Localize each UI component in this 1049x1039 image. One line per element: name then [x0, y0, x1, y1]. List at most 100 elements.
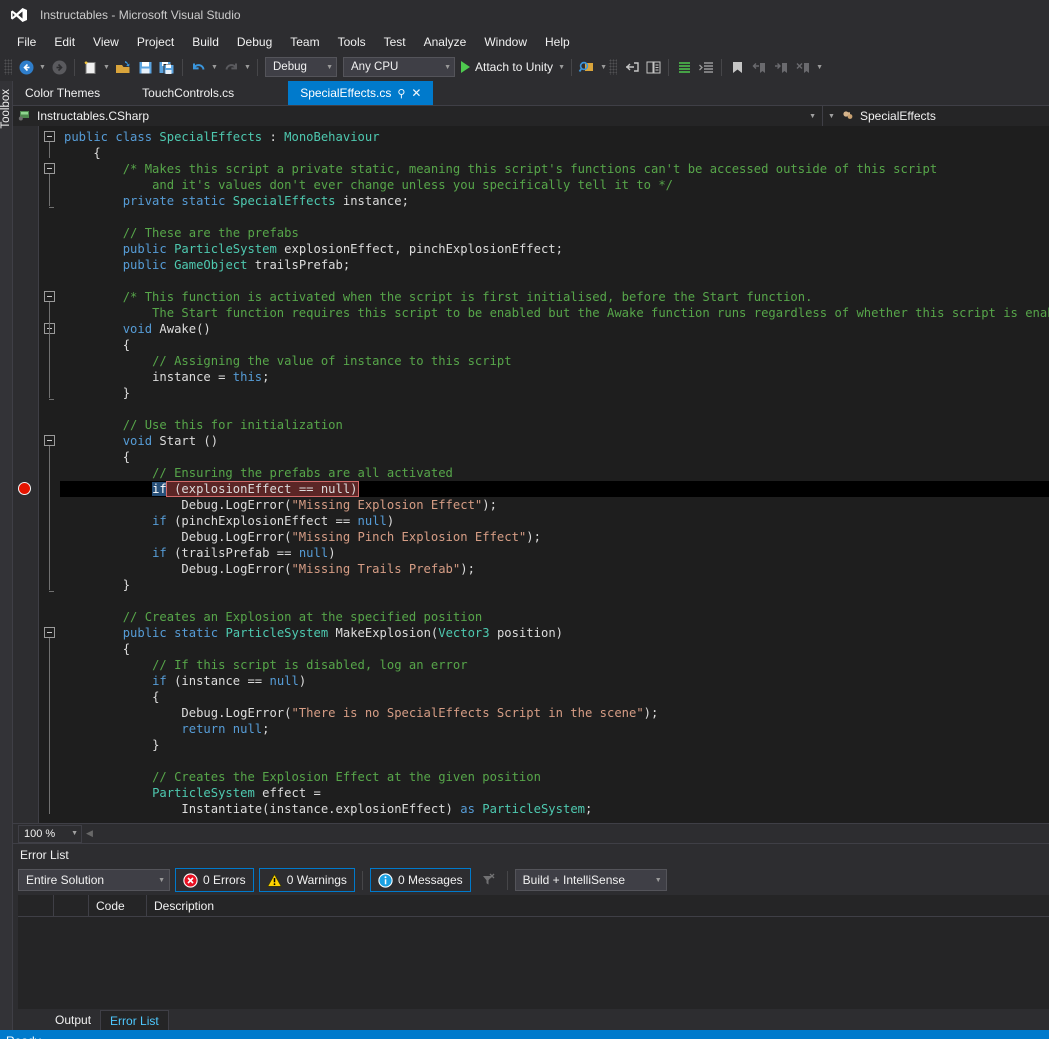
panel-grip[interactable] [76, 854, 1049, 855]
code-line[interactable]: private static SpecialEffects instance; [60, 193, 1049, 209]
previous-bookmark-icon[interactable] [748, 56, 770, 78]
fold-minus-icon[interactable] [44, 131, 55, 142]
warnings-toggle-button[interactable]: 0 Warnings [258, 868, 355, 892]
code-line[interactable] [60, 209, 1049, 225]
column-header-code[interactable]: Code [89, 894, 147, 917]
next-bookmark-icon[interactable] [770, 56, 792, 78]
close-icon[interactable]: ✕ [411, 86, 421, 100]
code-line[interactable]: public GameObject trailsPrefab; [60, 257, 1049, 273]
toolbox-tab[interactable]: Toolbox [0, 81, 13, 1030]
code-line[interactable]: The Start function requires this script … [60, 305, 1049, 321]
open-file-icon[interactable] [112, 56, 134, 78]
menu-view[interactable]: View [84, 32, 128, 52]
navigate-back-dropdown[interactable]: ▼ [37, 56, 48, 78]
tab-touchcontrols-cs[interactable]: TouchControls.cs [112, 81, 247, 105]
undo-icon[interactable] [187, 56, 209, 78]
column-header-blank-2[interactable] [54, 894, 89, 917]
code-line[interactable]: // Use this for initialization [60, 417, 1049, 433]
fold-minus-icon[interactable] [44, 291, 55, 302]
code-line[interactable]: void Awake() [60, 321, 1049, 337]
pin-icon[interactable]: ⚲ [397, 87, 405, 100]
bookmark-icon[interactable] [726, 56, 748, 78]
code-line[interactable]: if (instance == null) [60, 673, 1049, 689]
code-line[interactable]: instance = this; [60, 369, 1049, 385]
column-header-description[interactable]: Description [147, 895, 1049, 917]
code-line[interactable]: void Start () [60, 433, 1049, 449]
breakpoint-dot-icon[interactable] [18, 482, 31, 495]
error-source-combo[interactable]: Build + IntelliSense ▼ [514, 869, 667, 891]
scroll-left-arrow-icon[interactable]: ◀ [86, 828, 93, 839]
code-text-area[interactable]: public class SpecialEffects : MonoBehavi… [60, 126, 1049, 823]
navbar-project-dropdown[interactable]: Instructables.CSharp ▼ [13, 106, 823, 126]
step-into-icon[interactable] [620, 56, 642, 78]
code-line[interactable]: { [60, 449, 1049, 465]
code-line[interactable]: Debug.LogError("There is no SpecialEffec… [60, 705, 1049, 721]
menu-edit[interactable]: Edit [45, 32, 84, 52]
redo-icon[interactable] [220, 56, 242, 78]
new-item-dropdown[interactable]: ▼ [101, 56, 112, 78]
messages-toggle-button[interactable]: 0 Messages [369, 868, 471, 892]
code-line[interactable]: return null; [60, 721, 1049, 737]
horizontal-scroll-track[interactable]: ◀ [86, 827, 1049, 841]
code-line[interactable]: { [60, 145, 1049, 161]
menu-build[interactable]: Build [183, 32, 228, 52]
code-editor[interactable]: public class SpecialEffects : MonoBehavi… [13, 126, 1049, 823]
code-line[interactable]: Debug.LogError("Missing Trails Prefab"); [60, 561, 1049, 577]
code-line[interactable] [60, 401, 1049, 417]
new-item-icon[interactable] [79, 56, 101, 78]
redo-dropdown[interactable]: ▼ [242, 56, 253, 78]
code-line[interactable]: { [60, 641, 1049, 657]
toolbar-overflow-icon[interactable]: ▼ [814, 56, 825, 78]
navbar-member-dropdown[interactable]: ▼ SpecialEffects [823, 106, 1049, 126]
code-line[interactable]: /* This function is activated when the s… [60, 289, 1049, 305]
code-line[interactable]: public ParticleSystem explosionEffect, p… [60, 241, 1049, 257]
undo-dropdown[interactable]: ▼ [209, 56, 220, 78]
tab-color-themes[interactable]: Color Themes [13, 81, 113, 105]
save-all-icon[interactable] [156, 56, 178, 78]
comment-icon[interactable] [673, 56, 695, 78]
error-list-body[interactable] [18, 917, 1049, 1009]
code-line[interactable]: public class SpecialEffects : MonoBehavi… [60, 129, 1049, 145]
configuration-combo[interactable]: Debug ▼ [265, 57, 337, 77]
breakpoint-gutter[interactable] [13, 126, 38, 823]
zoom-combo[interactable]: 100 % ▼ [18, 824, 82, 843]
fold-minus-icon[interactable] [44, 627, 55, 638]
clear-filter-icon[interactable] [476, 868, 500, 892]
tab-output[interactable]: Output [46, 1010, 100, 1030]
code-line[interactable]: } [60, 577, 1049, 593]
code-line[interactable]: public static ParticleSystem MakeExplosi… [60, 625, 1049, 641]
new-window-icon[interactable] [642, 56, 664, 78]
code-line[interactable]: Instantiate(instance.explosionEffect) as… [60, 801, 1049, 817]
code-line[interactable]: if (pinchExplosionEffect == null) [60, 513, 1049, 529]
code-line[interactable]: } [60, 385, 1049, 401]
code-line[interactable]: // Ensuring the prefabs are all activate… [60, 465, 1049, 481]
code-line[interactable]: Debug.LogError("Missing Pinch Explosion … [60, 529, 1049, 545]
code-line[interactable]: // Assigning the value of instance to th… [60, 353, 1049, 369]
tab-specialeffects-cs[interactable]: SpecialEffects.cs ⚲ ✕ [288, 81, 434, 105]
toolbar-grip-2[interactable] [609, 59, 618, 75]
platform-combo[interactable]: Any CPU ▼ [343, 57, 455, 77]
code-line[interactable]: // These are the prefabs [60, 225, 1049, 241]
navigate-forward-icon[interactable] [48, 56, 70, 78]
column-header-blank-1[interactable] [18, 894, 54, 917]
code-line[interactable]: ParticleSystem effect = [60, 785, 1049, 801]
clear-bookmarks-icon[interactable] [792, 56, 814, 78]
code-line[interactable]: { [60, 337, 1049, 353]
errors-toggle-button[interactable]: 0 Errors [175, 868, 254, 892]
code-line[interactable]: if (explosionEffect == null) [60, 481, 1049, 497]
code-line[interactable] [60, 593, 1049, 609]
indent-icon[interactable] [695, 56, 717, 78]
code-line[interactable] [60, 273, 1049, 289]
tab-error-list[interactable]: Error List [100, 1010, 169, 1030]
menu-debug[interactable]: Debug [228, 32, 281, 52]
find-in-files-icon[interactable] [576, 56, 598, 78]
fold-minus-icon[interactable] [44, 435, 55, 446]
menu-window[interactable]: Window [475, 32, 536, 52]
menu-team[interactable]: Team [281, 32, 328, 52]
menu-file[interactable]: File [8, 32, 45, 52]
code-line[interactable]: } [60, 737, 1049, 753]
error-list-table[interactable]: Code Description [18, 894, 1049, 1009]
fold-minus-icon[interactable] [44, 163, 55, 174]
code-line[interactable]: Debug.LogError("Missing Explosion Effect… [60, 497, 1049, 513]
code-line[interactable]: // Creates an Explosion at the specified… [60, 609, 1049, 625]
